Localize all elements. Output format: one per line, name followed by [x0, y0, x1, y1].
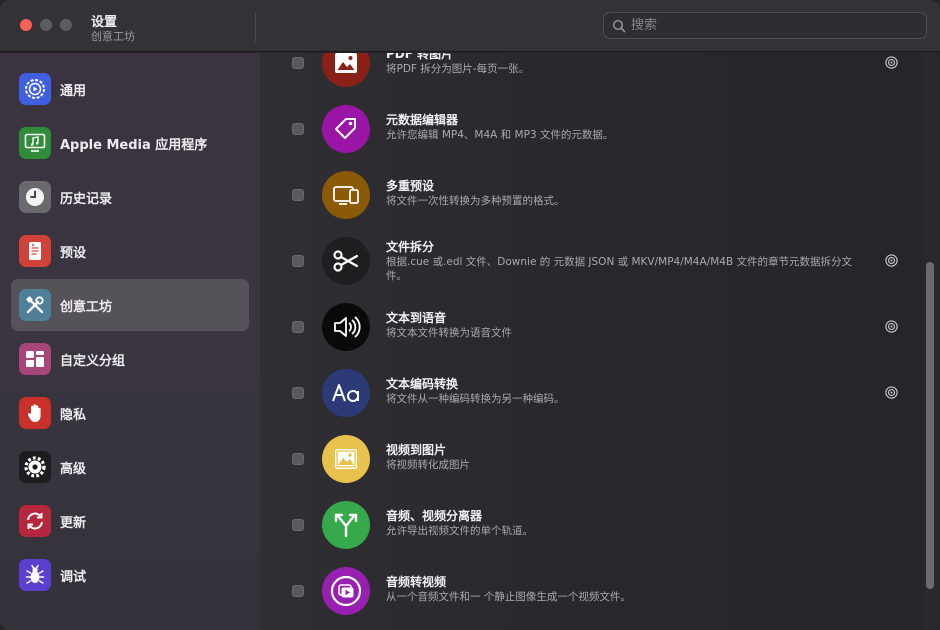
enable-checkbox[interactable] [292, 585, 304, 597]
title-bar: 设置 创意工坊 [0, 0, 940, 52]
item-description: 从一个音频文件和一 个静止图像生成一个视频文件。 [386, 591, 631, 603]
sidebar-item-label: Apple Media 应用程序 [60, 138, 208, 153]
sidebar-item-privacy[interactable]: 隐私 [11, 387, 249, 439]
item-title: 音频转视频 [386, 575, 447, 589]
enable-checkbox[interactable] [292, 255, 304, 267]
sidebar-item-label: 创意工坊 [60, 300, 113, 315]
list-item-audio-to-video: 音频转视频 从一个音频文件和一 个静止图像生成一个视频文件。 [260, 558, 920, 624]
sidebar-item-label: 调试 [60, 570, 87, 585]
item-description: 将视频转化成图片 [386, 459, 470, 471]
bug-icon [19, 559, 51, 591]
search-input[interactable] [631, 13, 921, 38]
item-title: 文本编码转换 [386, 377, 459, 391]
sidebar-item-label: 自定义分组 [60, 354, 126, 369]
list-item-file-split: 文件拆分 根据.cue 或.edl 文件、Downie 的 元数据 JSON 或… [260, 228, 920, 294]
sidebar-item-label: 隐私 [60, 408, 87, 423]
tools-icon [19, 289, 51, 321]
sidebar: 通用 Apple Media 应用程序 历史记录 预设 创意工坊 自定义分组 隐… [0, 53, 260, 630]
enable-checkbox[interactable] [292, 519, 304, 531]
settings-gear-icon[interactable] [884, 385, 899, 400]
list-item-metadata-editor: 元数据编辑器 允许您编辑 MP4、M4A 和 MP3 文件的元数据。 [260, 96, 920, 162]
enable-checkbox[interactable] [292, 321, 304, 333]
minimize-window-button[interactable] [40, 19, 52, 31]
sidebar-item-label: 历史记录 [60, 192, 113, 207]
title-divider [255, 12, 256, 42]
item-description: 允许导出视频文件的单个轨道。 [386, 525, 533, 537]
list-item-text-encoding: 文本编码转换 将文件从一种编码转换为另一种编码。 [260, 360, 920, 426]
sidebar-item-history[interactable]: 历史记录 [11, 171, 249, 223]
item-title: 文件拆分 [386, 240, 435, 254]
search-icon [612, 19, 626, 33]
settings-gear-icon[interactable] [884, 55, 899, 70]
hand-icon [19, 397, 51, 429]
speaker-icon [322, 303, 370, 351]
text-encoding-icon [322, 369, 370, 417]
item-description: 将文件一次性转换为多种预置的格式。 [386, 195, 565, 207]
settings-window: 设置 创意工坊 通用 Apple Media 应用程序 [0, 0, 940, 630]
sidebar-item-general[interactable]: 通用 [11, 63, 249, 115]
picture-icon [322, 435, 370, 483]
item-description: 将PDF 拆分为图片-每页一张。 [386, 63, 530, 75]
zoom-window-button[interactable] [60, 19, 72, 31]
item-description: 将文本文件转换为语音文件 [386, 327, 512, 339]
settings-gear-icon[interactable] [884, 319, 899, 334]
enable-checkbox[interactable] [292, 123, 304, 135]
advanced-gear-icon [19, 451, 51, 483]
music-monitor-icon [19, 127, 51, 159]
sidebar-item-workshop[interactable]: 创意工坊 [11, 279, 249, 331]
refresh-icon [19, 505, 51, 537]
sidebar-item-label: 更新 [60, 516, 87, 531]
image-icon [322, 53, 370, 87]
sidebar-item-debug[interactable]: 调试 [11, 549, 249, 601]
gear-badge-icon [19, 73, 51, 105]
enable-checkbox[interactable] [292, 453, 304, 465]
item-title: 文本到语音 [386, 311, 447, 325]
sidebar-item-label: 高级 [60, 462, 87, 477]
devices-icon [322, 171, 370, 219]
item-title: 音频、视频分离器 [386, 509, 483, 523]
enable-checkbox[interactable] [292, 57, 304, 69]
close-window-button[interactable] [20, 19, 32, 31]
item-title: PDF 转图片 [386, 53, 454, 61]
search-field[interactable] [603, 12, 927, 39]
sidebar-item-advanced[interactable]: 高级 [11, 441, 249, 493]
clock-icon [19, 181, 51, 213]
scrollbar-thumb[interactable] [926, 262, 934, 589]
sidebar-item-label: 预设 [60, 246, 87, 261]
list-item-text-to-speech: 文本到语音 将文本文件转换为语音文件 [260, 294, 920, 360]
list-item-multi-preset: 多重预设 将文件一次性转换为多种预置的格式。 [260, 162, 920, 228]
audio-video-icon [322, 567, 370, 615]
item-description: 允许您编辑 MP4、M4A 和 MP3 文件的元数据。 [386, 129, 614, 141]
settings-gear-icon[interactable] [884, 253, 899, 268]
sidebar-item-apple-media[interactable]: Apple Media 应用程序 [11, 117, 249, 169]
document-icon [19, 235, 51, 267]
list-item-video-to-image: 视频到图片 将视频转化成图片 [260, 426, 920, 492]
item-description: 根据.cue 或.edl 文件、Downie 的 元数据 JSON 或 MKV/… [386, 256, 852, 282]
split-arrow-icon [322, 501, 370, 549]
list-item-av-splitter: 音频、视频分离器 允许导出视频文件的单个轨道。 [260, 492, 920, 558]
item-title: 视频到图片 [386, 443, 447, 457]
sidebar-item-custom-groups[interactable]: 自定义分组 [11, 333, 249, 385]
scissors-icon [322, 237, 370, 285]
list-item-pdf-to-image: PDF 转图片 将PDF 拆分为图片-每页一张。 [260, 53, 920, 96]
tag-icon [322, 105, 370, 153]
item-description: 将文件从一种编码转换为另一种编码。 [386, 393, 565, 405]
enable-checkbox[interactable] [292, 189, 304, 201]
sidebar-item-updates[interactable]: 更新 [11, 495, 249, 547]
enable-checkbox[interactable] [292, 387, 304, 399]
item-title: 元数据编辑器 [386, 113, 459, 127]
sidebar-item-label: 通用 [60, 84, 87, 99]
sidebar-item-presets[interactable]: 预设 [11, 225, 249, 277]
workshop-list: PDF 转图片 将PDF 拆分为图片-每页一张。 元数据编辑器 允许您编辑 MP… [260, 53, 940, 630]
window-subtitle: 创意工坊 [91, 30, 135, 43]
grid-icon [19, 343, 51, 375]
item-title: 多重预设 [386, 179, 435, 193]
